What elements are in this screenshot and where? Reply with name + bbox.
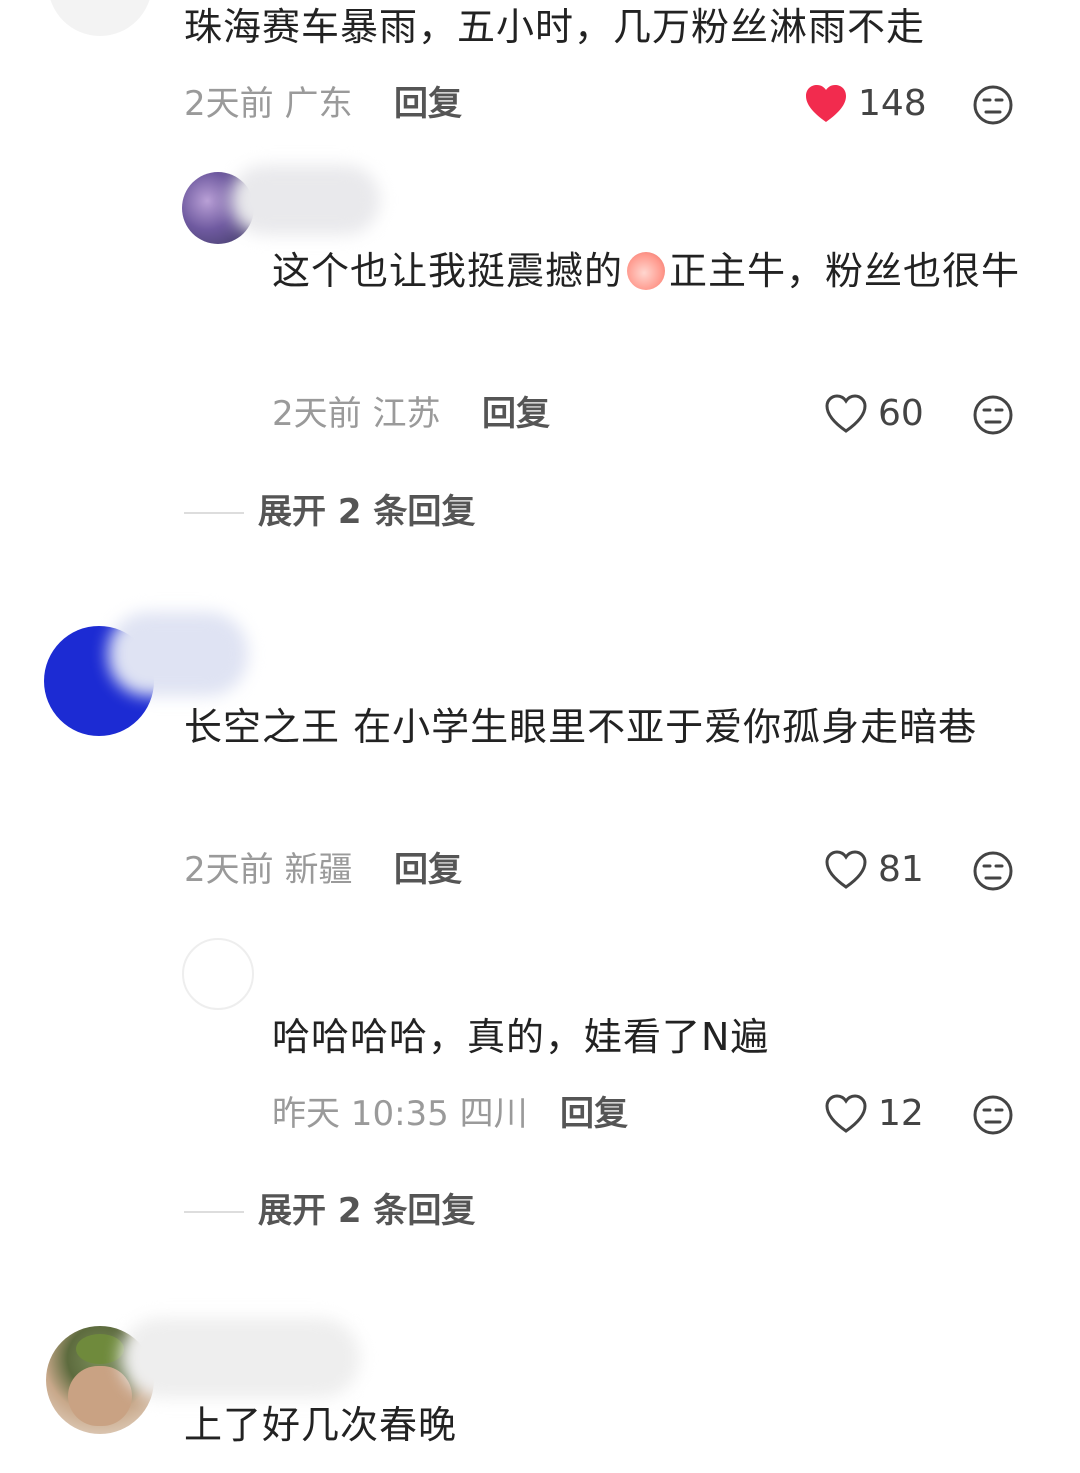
comment-time-location: 2天前 新疆 xyxy=(184,850,353,890)
dislike-face-icon[interactable] xyxy=(972,394,1014,436)
reply-time-location: 昨天 10:35 四川 xyxy=(272,1094,528,1134)
reply-text: 这个也让我挺震撼的 正主牛，粉丝也很牛 xyxy=(272,249,1021,293)
comment-text: 珠海赛车暴雨，五小时，几万粉丝淋雨不走 xyxy=(184,5,926,49)
reply-button[interactable]: 回复 xyxy=(394,84,462,124)
heart-filled-icon[interactable] xyxy=(804,84,848,124)
dislike-face-icon[interactable] xyxy=(972,850,1014,892)
username-blurred xyxy=(120,1318,360,1398)
reply-button[interactable]: 回复 xyxy=(394,850,462,890)
expand-replies-button[interactable]: 展开 2 条回复 xyxy=(258,1191,475,1231)
avatar[interactable] xyxy=(48,0,152,36)
expand-replies-button[interactable]: 展开 2 条回复 xyxy=(258,492,475,532)
reply-button[interactable]: 回复 xyxy=(560,1094,628,1134)
like-count: 81 xyxy=(878,849,924,890)
thumbs-up-emoji-icon xyxy=(627,252,666,290)
expand-divider xyxy=(184,512,244,514)
reply-button[interactable]: 回复 xyxy=(482,394,550,434)
heart-outline-icon[interactable] xyxy=(824,850,868,890)
like-count: 12 xyxy=(878,1093,924,1134)
comment-time-location: 2天前 广东 xyxy=(184,84,353,124)
avatar[interactable] xyxy=(182,938,254,1010)
comment-text: 上了好几次春晚 xyxy=(184,1403,458,1447)
dislike-face-icon[interactable] xyxy=(972,1094,1014,1136)
heart-outline-icon[interactable] xyxy=(824,394,868,434)
heart-outline-icon[interactable] xyxy=(824,1094,868,1134)
reply-time-location: 2天前 江苏 xyxy=(272,394,441,434)
username-blurred xyxy=(108,612,248,696)
like-count: 60 xyxy=(878,393,924,434)
dislike-face-icon[interactable] xyxy=(972,84,1014,126)
expand-divider xyxy=(184,1211,244,1213)
comment-text: 长空之王 在小学生眼里不亚于爱你孤身走暗巷 xyxy=(184,705,978,749)
like-count: 148 xyxy=(858,83,927,124)
username-blurred xyxy=(230,165,380,235)
reply-text: 哈哈哈哈，真的，娃看了N遍 xyxy=(272,1015,770,1059)
